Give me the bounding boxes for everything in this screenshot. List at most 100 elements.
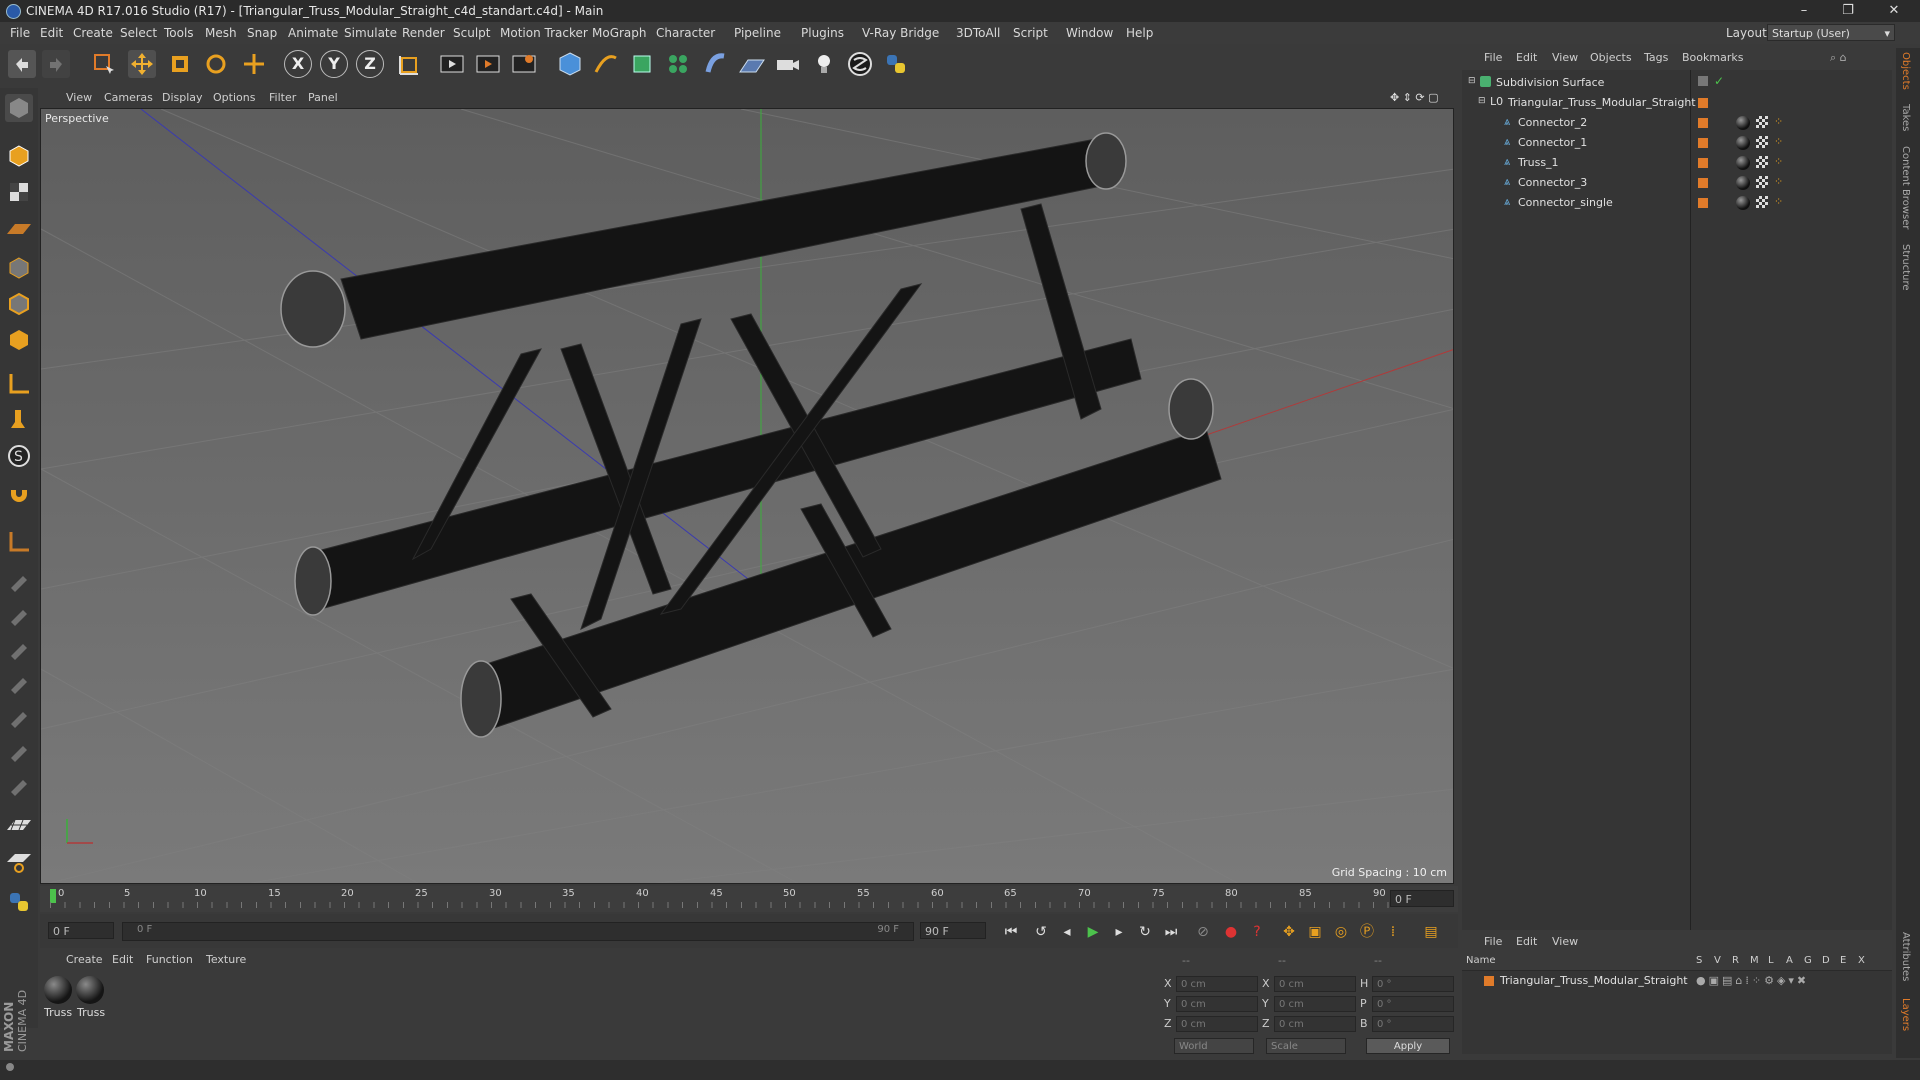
object-row[interactable]: ⩓ Connector_2 ⁘ (1462, 114, 1892, 134)
model-mode-icon[interactable] (5, 142, 33, 170)
menu-edit[interactable]: Edit (40, 26, 63, 40)
object-row[interactable]: ⩓ Connector_single ⁘ (1462, 194, 1892, 214)
material-tag-icon[interactable] (1736, 156, 1750, 170)
position-x-field[interactable]: 0 cm (1176, 976, 1258, 992)
om-menu-objects[interactable]: Objects (1590, 51, 1632, 64)
points-mode-icon[interactable] (5, 254, 33, 282)
rotation-p-field[interactable]: 0 ° (1372, 996, 1454, 1012)
material-menu-texture[interactable]: Texture (206, 953, 246, 966)
rotate-tool-icon[interactable] (202, 50, 230, 78)
phong-tag-icon[interactable]: ⁘ (1774, 195, 1783, 208)
frame-range-slider[interactable]: 0 F 90 F (122, 922, 914, 941)
rotation-h-field[interactable]: 0 ° (1372, 976, 1454, 992)
material-truss-2[interactable] (76, 976, 104, 1004)
uvw-tag-icon[interactable] (1756, 136, 1768, 148)
sculpt-grab-icon[interactable] (5, 736, 33, 764)
sculpt-brush-icon[interactable] (5, 566, 33, 594)
viewport-menu-panel[interactable]: Panel (308, 91, 338, 104)
current-frame-field[interactable]: 0 F (1390, 890, 1454, 907)
menu-snap[interactable]: Snap (247, 26, 277, 40)
vray-icon[interactable] (846, 50, 874, 78)
key-scale-icon[interactable]: ▣ (1304, 922, 1326, 942)
menu-file[interactable]: File (10, 26, 30, 40)
edges-mode-icon[interactable] (5, 290, 33, 318)
z-axis-lock-button[interactable]: Z (356, 50, 384, 78)
menu-plugins[interactable]: Plugins (801, 26, 844, 40)
material-tag-icon[interactable] (1736, 196, 1750, 210)
om-menu-file[interactable]: File (1484, 51, 1502, 64)
uvw-tag-icon[interactable] (1756, 196, 1768, 208)
key-parameter-icon[interactable]: Ⓟ (1356, 922, 1378, 942)
uvw-tag-icon[interactable] (1756, 176, 1768, 188)
pen-spline-icon[interactable] (592, 50, 620, 78)
material-menu-function[interactable]: Function (146, 953, 193, 966)
floor-icon[interactable] (738, 50, 766, 78)
menu-motion-tracker[interactable]: Motion Tracker (500, 26, 588, 40)
go-to-end-icon[interactable]: ⏭ (1160, 922, 1182, 942)
python-icon[interactable] (882, 50, 910, 78)
previous-keyframe-icon[interactable]: ↺ (1030, 922, 1052, 942)
restore-button[interactable]: ❐ (1828, 2, 1868, 20)
sculpt-relax-icon[interactable] (5, 634, 33, 662)
transform-tool-icon[interactable] (240, 50, 268, 78)
live-selection-icon[interactable] (90, 50, 118, 78)
lm-menu-view[interactable]: View (1552, 935, 1578, 948)
object-row[interactable]: ⊟ L0 Triangular_Truss_Modular_Straight (1462, 94, 1892, 114)
viewport-menu-options[interactable]: Options (213, 91, 255, 104)
move-tool-icon[interactable] (128, 50, 156, 78)
deformer-icon[interactable] (702, 50, 730, 78)
keyframe-selection-icon[interactable]: ? (1246, 922, 1268, 942)
layer-color-icon[interactable] (1698, 178, 1708, 188)
object-row[interactable]: ⩓ Connector_1 ⁘ (1462, 134, 1892, 154)
material-tag-icon[interactable] (1736, 116, 1750, 130)
om-menu-view[interactable]: View (1552, 51, 1578, 64)
phong-tag-icon[interactable]: ⁘ (1774, 175, 1783, 188)
material-menu-create[interactable]: Create (66, 953, 103, 966)
render-settings-icon[interactable] (510, 50, 538, 78)
viewport-navigate-icon[interactable]: ✥ ⇕ ⟳ ▢ (1390, 91, 1439, 104)
rotation-b-field[interactable]: 0 ° (1372, 1016, 1454, 1032)
menu-help[interactable]: Help (1126, 26, 1153, 40)
material-menu-edit[interactable]: Edit (112, 953, 133, 966)
cloner-icon[interactable] (664, 50, 692, 78)
menu-simulate[interactable]: Simulate (344, 26, 397, 40)
close-button[interactable]: ✕ (1874, 2, 1914, 20)
menu-tools[interactable]: Tools (164, 26, 194, 40)
layout-select[interactable]: Startup (User) ▾ (1767, 24, 1895, 41)
tab-content-browser[interactable]: Content Browser (1900, 146, 1911, 229)
menu-mesh[interactable]: Mesh (205, 26, 237, 40)
key-pla-icon[interactable]: ⁞ (1382, 922, 1404, 942)
collapse-icon[interactable]: ⊟ (1478, 96, 1486, 106)
enabled-check-icon[interactable]: ✓ (1714, 74, 1724, 88)
layer-color-icon[interactable] (1698, 98, 1708, 108)
om-menu-bookmarks[interactable]: Bookmarks (1682, 51, 1743, 64)
size-x-field[interactable]: 0 cm (1274, 976, 1356, 992)
layer-color-icon[interactable] (1484, 976, 1494, 986)
timeline-ruler[interactable]: 0 5 10 15 20 25 30 35 40 45 50 55 60 65 … (40, 886, 1458, 912)
layer-color-icon[interactable] (1698, 138, 1708, 148)
python-script-icon[interactable] (5, 888, 33, 916)
menu-window[interactable]: Window (1066, 26, 1113, 40)
tab-takes[interactable]: Takes (1900, 104, 1911, 131)
sculpt-pull-icon[interactable] (5, 600, 33, 628)
menu-mograph[interactable]: MoGraph (592, 26, 647, 40)
record-keys-icon[interactable]: ⊘ (1192, 922, 1214, 942)
end-frame-field[interactable]: 90 F (920, 922, 986, 939)
workplane-mode-icon[interactable] (5, 214, 33, 242)
collapse-icon[interactable]: ⊟ (1468, 76, 1476, 86)
sculpt-inflate-icon[interactable] (5, 702, 33, 730)
menu-render[interactable]: Render (402, 26, 445, 40)
object-row[interactable]: ⩓ Connector_3 ⁘ (1462, 174, 1892, 194)
phong-tag-icon[interactable]: ⁘ (1774, 115, 1783, 128)
tab-objects[interactable]: Objects (1900, 52, 1911, 90)
layer-color-icon[interactable] (1698, 118, 1708, 128)
cube-primitive-icon[interactable] (556, 50, 584, 78)
menu-create[interactable]: Create (73, 26, 113, 40)
material-tag-icon[interactable] (1736, 176, 1750, 190)
viewport-menu-display[interactable]: Display (162, 91, 203, 104)
previous-frame-icon[interactable]: ◂ (1056, 922, 1078, 942)
next-frame-icon[interactable]: ▸ (1108, 922, 1130, 942)
render-view-icon[interactable] (438, 50, 466, 78)
phong-tag-icon[interactable]: ⁘ (1774, 135, 1783, 148)
next-keyframe-icon[interactable]: ↻ (1134, 922, 1156, 942)
